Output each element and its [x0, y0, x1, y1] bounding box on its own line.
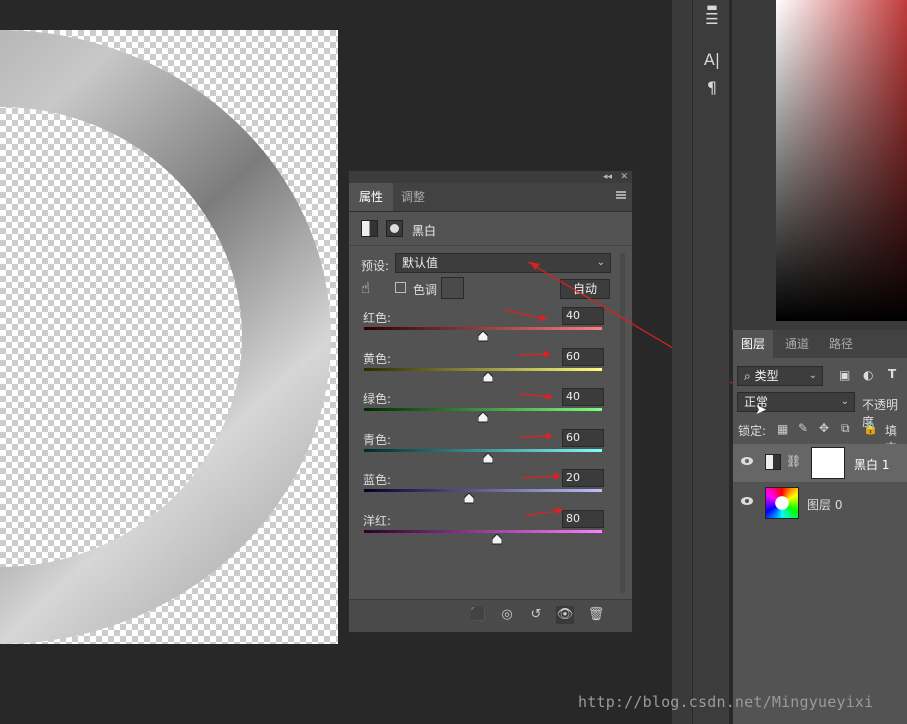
filter-image-icon[interactable]: ▣: [839, 368, 850, 382]
panel-titlebar: ◂◂ ✕: [349, 171, 632, 183]
character-icon[interactable]: A|: [693, 50, 731, 69]
slider-value-field[interactable]: 60: [562, 347, 604, 366]
slider-label: 红色:: [363, 311, 392, 325]
layer-row-bw[interactable]: ⛓ 黑白 1: [733, 444, 907, 482]
scrollbar[interactable]: [620, 253, 625, 593]
slider-thumb[interactable]: [482, 371, 493, 383]
paragraph-icon[interactable]: ¶: [693, 78, 731, 97]
slider-label: 蓝色:: [363, 473, 392, 487]
slider-thumb[interactable]: [492, 533, 503, 545]
adjustment-name: 黑白: [412, 224, 437, 238]
tint-color-swatch[interactable]: [441, 277, 464, 299]
color-slider-track[interactable]: [364, 408, 602, 411]
slider-value-field[interactable]: 40: [562, 388, 604, 406]
adjustment-layer-icon[interactable]: [361, 220, 378, 237]
tint-checkbox[interactable]: [395, 282, 406, 293]
eye-icon[interactable]: [741, 497, 753, 505]
slider-value-field[interactable]: 40: [562, 307, 604, 325]
layer-mask-thumbnail[interactable]: [811, 447, 845, 479]
lock-position-icon[interactable]: ✥: [819, 421, 829, 435]
layer-filter-select[interactable]: ⌕ 类型 ⌄: [737, 366, 823, 386]
tab-channels[interactable]: 通道: [777, 330, 817, 358]
layer-name[interactable]: 黑白 1: [854, 456, 889, 473]
lock-transparent-icon[interactable]: ▦: [777, 422, 788, 436]
color-slider-track[interactable]: [364, 448, 602, 452]
search-icon: ⌕: [744, 369, 751, 383]
visibility-eye-icon[interactable]: 👁: [556, 606, 574, 624]
slider-label: 黄色:: [363, 351, 392, 366]
panel-bottom-toolbar: ⬛ ◎ ↺ 👁 🗑: [349, 599, 632, 632]
chevron-down-icon: ⌄: [840, 396, 849, 407]
tab-adjustments[interactable]: 调整: [391, 183, 435, 211]
slider-thumb[interactable]: [478, 331, 488, 342]
ring-artwork: [0, 30, 331, 644]
view-previous-state-icon[interactable]: ◎: [498, 606, 516, 624]
reset-icon[interactable]: ↺: [527, 606, 545, 624]
properties-tabbar: 属性 调整: [349, 183, 632, 212]
filter-value: 类型: [754, 369, 779, 383]
preset-value: 默认值: [402, 256, 439, 270]
sliders-icon[interactable]: ☰: [693, 10, 731, 28]
panel-icon-column: ▬ ☰ A| ¶: [692, 0, 730, 724]
filter-adjustment-icon[interactable]: ◐: [863, 368, 873, 382]
targeted-adjustment-hand-icon[interactable]: ☝: [361, 279, 370, 297]
color-slider-track[interactable]: [364, 529, 602, 533]
filter-type-icon[interactable]: T: [888, 367, 896, 381]
properties-panel: ◂◂ ✕ 属性 调整 黑白 预设: 默认值 ⌄ ☝ 色调 自动 红色: 40 黄色:…: [348, 170, 633, 633]
slider-value-field[interactable]: 20: [562, 469, 604, 487]
document-canvas[interactable]: [0, 30, 338, 644]
clip-to-layer-icon[interactable]: ⬛: [469, 606, 487, 624]
tint-label: 色调: [413, 283, 438, 297]
link-icon[interactable]: ⛓: [786, 454, 801, 468]
slider-label: 青色:: [363, 432, 392, 447]
slider-value-field[interactable]: 80: [562, 509, 604, 528]
chevron-down-icon: ⌄: [596, 257, 605, 268]
lock-artboard-icon[interactable]: ⧉: [841, 421, 850, 436]
layer-name[interactable]: 图层 0: [807, 496, 842, 513]
close-icon[interactable]: ✕: [620, 171, 628, 183]
panel-menu-icon[interactable]: [616, 191, 626, 199]
preset-label: 预设:: [361, 259, 390, 273]
dock-separator: [672, 0, 692, 724]
layers-tabbar: 图层 通道 路径: [733, 330, 907, 358]
slider-thumb[interactable]: [463, 493, 474, 504]
layers-panel: 图层 通道 路径 ⌕ 类型 ⌄ ▣ ◐ T 正常 ⌄ 不透明度 ➤ 锁定: ▦ …: [732, 330, 907, 724]
chevron-down-icon: ⌄: [808, 370, 817, 381]
lock-paint-icon[interactable]: ✎: [798, 421, 808, 435]
slider-thumb[interactable]: [478, 412, 488, 423]
eye-icon[interactable]: [741, 457, 753, 465]
color-slider-track[interactable]: [364, 367, 602, 371]
trash-icon[interactable]: 🗑: [587, 606, 605, 624]
auto-button[interactable]: 自动: [560, 279, 610, 299]
lock-label: 锁定:: [738, 424, 767, 438]
color-slider-track[interactable]: [364, 327, 602, 330]
lock-all-icon[interactable]: 🔒: [863, 421, 878, 435]
color-slider-track[interactable]: [364, 489, 602, 492]
slider-value-field[interactable]: 60: [562, 428, 604, 447]
tab-paths[interactable]: 路径: [821, 330, 861, 358]
layer-row-0[interactable]: 图层 0: [733, 484, 907, 522]
mask-icon[interactable]: [386, 220, 403, 237]
color-picker-field[interactable]: [776, 0, 907, 321]
collapse-icon[interactable]: ◂◂: [603, 171, 612, 183]
layer-thumbnail[interactable]: [765, 487, 799, 519]
adjustment-layer-icon: [765, 454, 781, 470]
adjustment-header: 黑白: [349, 213, 632, 246]
watermark-text: http://blog.csdn.net/Mingyueyixi: [578, 693, 874, 711]
tab-properties[interactable]: 属性: [349, 183, 394, 211]
tab-layers[interactable]: 图层: [733, 330, 774, 358]
mouse-cursor-icon: ➤: [755, 402, 767, 418]
preset-select[interactable]: 默认值 ⌄: [395, 253, 611, 273]
slider-label: 洋红:: [363, 513, 392, 528]
slider-label: 绿色:: [363, 392, 392, 406]
slider-thumb[interactable]: [482, 452, 493, 464]
